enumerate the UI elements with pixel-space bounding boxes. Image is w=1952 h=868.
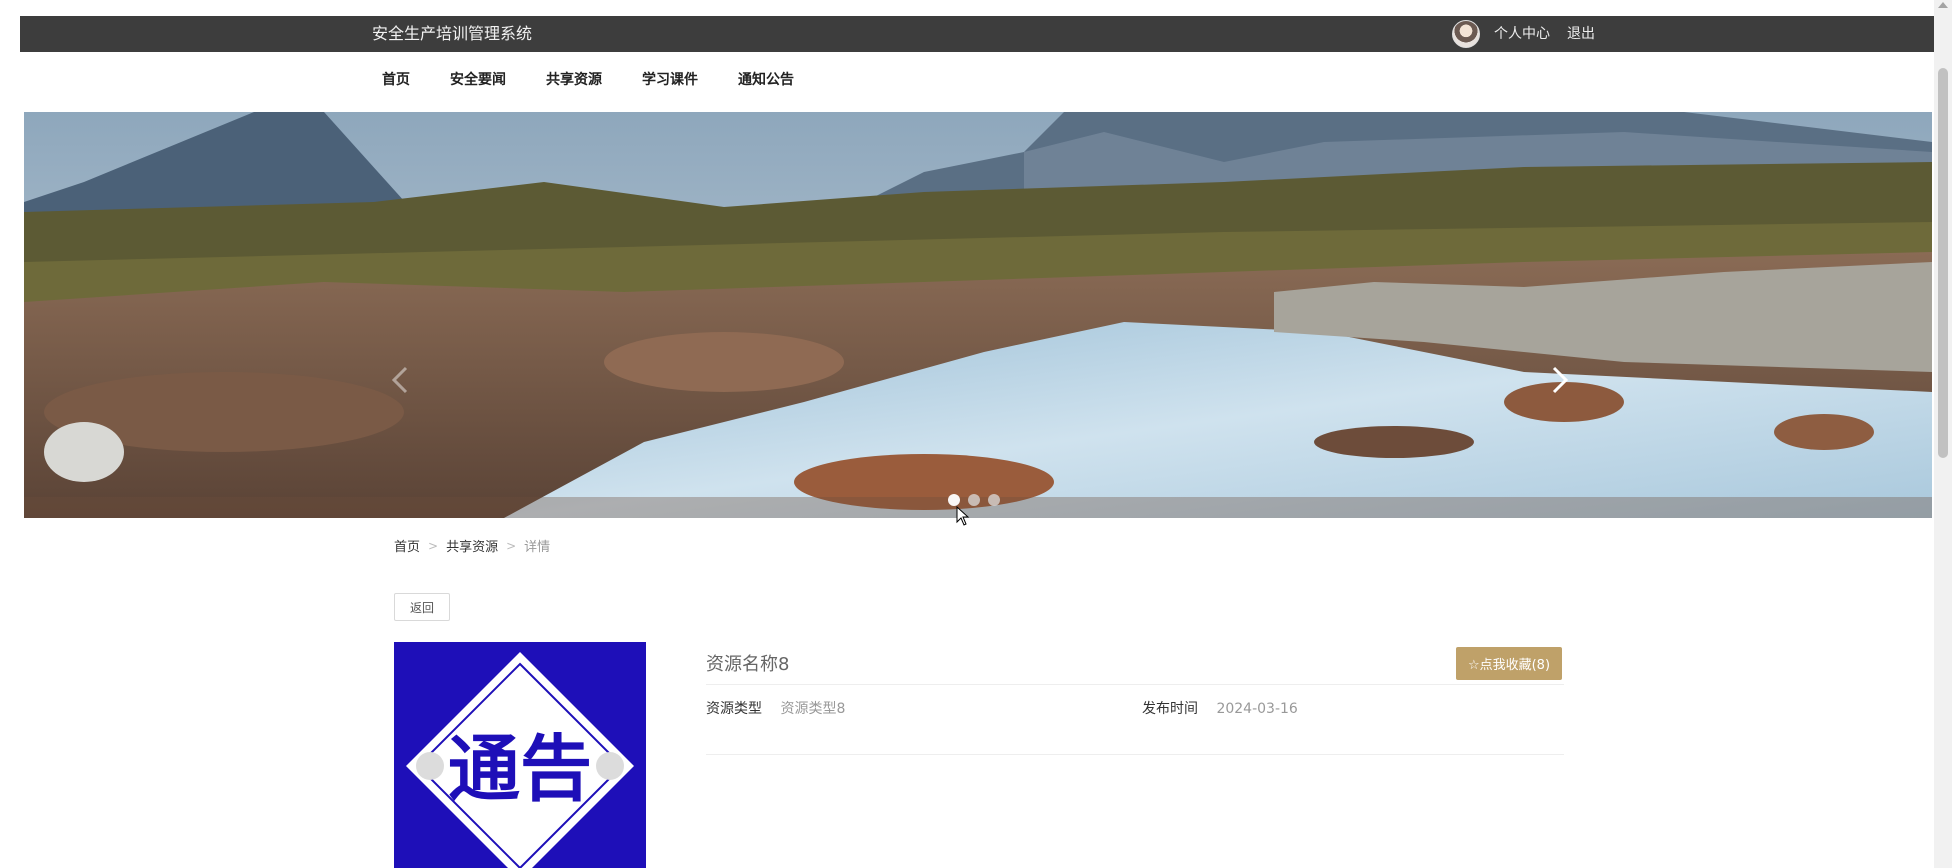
- nav-item-home[interactable]: 首页: [382, 60, 410, 100]
- scrollbar-thumb[interactable]: [1938, 68, 1948, 458]
- notice-image: 通告: [394, 642, 646, 868]
- banner-carousel[interactable]: [24, 112, 1932, 518]
- logout-link[interactable]: 退出: [1567, 16, 1595, 52]
- thumbnail-text: 通告: [448, 727, 592, 811]
- carousel-dot-2[interactable]: [968, 494, 980, 506]
- breadcrumb-current: 详情: [524, 540, 551, 555]
- favorite-button[interactable]: ☆点我收藏(8): [1456, 647, 1562, 680]
- publish-date-label: 发布时间: [1142, 701, 1198, 717]
- user-avatar[interactable]: [1452, 20, 1480, 48]
- nav-item-notices[interactable]: 通知公告: [738, 60, 794, 100]
- banner-image: [24, 112, 1932, 518]
- carousel-prev-icon[interactable]: [384, 362, 420, 398]
- carousel-dot-1[interactable]: [948, 494, 960, 506]
- nav-item-courseware[interactable]: 学习课件: [642, 60, 698, 100]
- publish-date-value: 2024-03-16: [1216, 701, 1298, 717]
- scroll-up-icon[interactable]: [1938, 2, 1948, 8]
- publish-date-field: 发布时间 2024-03-16: [1142, 698, 1298, 718]
- main-nav: 首页 安全要闻 共享资源 学习课件 通知公告: [382, 60, 834, 100]
- resource-thumbnail: 通告: [394, 642, 646, 868]
- back-button[interactable]: 返回: [394, 593, 450, 621]
- nav-item-shared-resources[interactable]: 共享资源: [546, 60, 602, 100]
- top-bar: 安全生产培训管理系统 个人中心 退出: [20, 16, 1934, 52]
- resource-title: 资源名称8: [706, 654, 790, 675]
- breadcrumb-separator: >: [428, 538, 439, 553]
- personal-center-link[interactable]: 个人中心: [1494, 16, 1550, 52]
- resource-type-field: 资源类型 资源类型8: [706, 698, 845, 718]
- app-title: 安全生产培训管理系统: [372, 24, 533, 43]
- carousel-indicators: [948, 494, 1000, 506]
- mouse-cursor-icon: [956, 506, 970, 526]
- breadcrumb-home[interactable]: 首页: [394, 536, 420, 555]
- breadcrumb: 首页 > 共享资源 > 详情: [394, 536, 551, 556]
- carousel-dot-3[interactable]: [988, 494, 1000, 506]
- breadcrumb-separator: >: [506, 538, 517, 553]
- resource-type-label: 资源类型: [706, 701, 762, 717]
- title-divider: [706, 684, 1564, 685]
- carousel-next-icon[interactable]: [1540, 362, 1576, 398]
- resource-type-value: 资源类型8: [780, 701, 846, 717]
- nav-item-safety-news[interactable]: 安全要闻: [450, 60, 506, 100]
- breadcrumb-shared-resources[interactable]: 共享资源: [446, 536, 498, 555]
- meta-divider: [706, 754, 1564, 755]
